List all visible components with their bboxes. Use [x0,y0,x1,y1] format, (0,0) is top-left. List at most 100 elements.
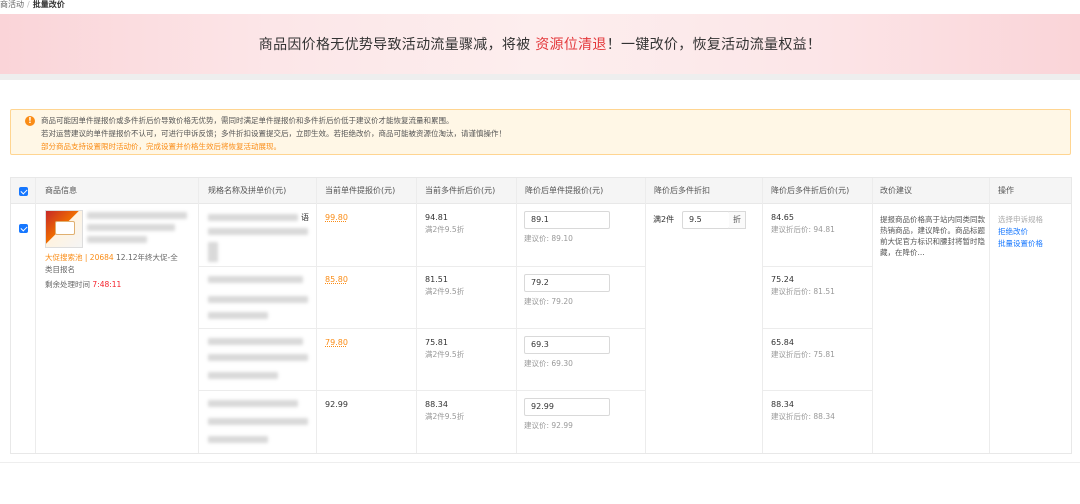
current-single-price: 85.80 [325,275,348,284]
breadcrumb-separator: / [27,0,30,9]
column-divider [35,178,36,453]
event-name-cont: 类目报名 [45,265,75,274]
divider-strip [0,74,1080,80]
suggested-multi-price: 建议折后价: 88.34 [771,412,835,421]
discount-input[interactable]: 9.5 [682,211,730,229]
header-new-single: 降价后单件提报价(元) [525,186,604,195]
column-divider [416,178,417,453]
row-divider [199,328,645,329]
suggested-multi-price: 建议折后价: 94.81 [771,225,835,234]
row-divider [763,266,872,267]
current-multi-price: 88.34 [425,400,448,409]
spec-name-blurred [208,228,308,235]
tag-separator: | [82,253,90,262]
discount-label: 满2件 [653,215,675,224]
spec-name-blurred [208,242,218,262]
promo-banner: 商品因价格无优势导致活动流量骤减，将被 资源位清退！一键改价，恢复活动流量权益！ [0,14,1080,74]
batch-set-price-link[interactable]: 批量设置价格 [998,238,1043,249]
multi-rule: 满2件9.5折 [425,287,465,296]
discount-unit: 折 [729,211,746,229]
notice-box: ! 商品可能因单件提报价或多件折后价导致价格无优势，需同时满足单件提报价和多件折… [10,109,1071,155]
page-bottom-divider [0,462,1080,463]
select-all-checkbox[interactable] [19,187,28,196]
header-new-multi: 降价后多件折后价(元) [771,186,850,195]
event-name: 12.12年终大促-全 [113,253,178,262]
column-divider [316,178,317,453]
search-pool-tag: 大促搜索池 [45,253,83,262]
suggested-single-price: 建议价: 79.20 [524,297,573,306]
spec-suffix: 语 [301,213,309,222]
tag-count: 20684 [89,253,114,262]
price-table: 商品信息 规格名称及拼单价(元) 当前单件提报价(元) 当前多件折后价(元) 降… [10,177,1072,454]
spec-name-blurred [208,276,303,283]
countdown-value: 7:48:11 [92,280,122,289]
column-divider [645,178,646,453]
spec-name-blurred [208,354,308,361]
row-divider [199,266,645,267]
column-divider [198,178,199,453]
column-divider [762,178,763,453]
new-single-price-input[interactable]: 92.99 [524,398,610,416]
current-multi-price: 75.81 [425,338,448,347]
suggested-multi-price: 建议折后价: 81.51 [771,287,835,296]
countdown: 剩余处理时间 7:48:11 [45,279,121,290]
banner-suffix: ！一键改价，恢复活动流量权益！ [606,37,822,53]
appeal-spec-link[interactable]: 选择申诉规格 [998,214,1043,225]
header-current-multi: 当前多件折后价(元) [425,186,496,195]
product-tag-line: 大促搜索池 | 20684 12.12年终大促-全 [45,252,178,263]
multi-rule: 满2件9.5折 [425,225,465,234]
suggested-multi-price: 建议折后价: 75.81 [771,350,835,359]
table-header: 商品信息 规格名称及拼单价(元) 当前单件提报价(元) 当前多件折后价(元) 降… [11,178,1071,204]
notice-line-2: 若对运营建议的单件提报价不认可，可进行申诉反馈；多件折扣设置提交后，立即生效。若… [41,129,506,138]
product-image-detail [55,221,75,235]
row-checkbox[interactable] [19,224,28,233]
new-single-price-input[interactable]: 69.3 [524,336,610,354]
banner-prefix: 商品因价格无优势导致活动流量骤减，将被 [258,37,536,53]
spec-name-blurred [208,338,303,345]
current-single-price: 99.80 [325,213,348,222]
spec-name-blurred [208,296,308,303]
new-multi-price: 84.65 [771,213,794,222]
new-single-price-input[interactable]: 89.1 [524,211,610,229]
suggested-single-price: 建议价: 69.30 [524,359,573,368]
column-divider [516,178,517,453]
product-title-blurred [87,236,147,243]
countdown-label: 剩余处理时间 [45,280,93,289]
product-image[interactable] [45,210,83,248]
row-divider [763,328,872,329]
spec-name-blurred [208,214,298,221]
notice-line-1: 商品可能因单件提报价或多件折后价导致价格无优势，需同时满足单件提报价和多件折后价… [41,116,454,125]
notice-line-orange: 部分商品支持设置限时活动价，完成设置并价格生效后将恢复活动展现。 [41,142,281,151]
banner-text: 商品因价格无优势导致活动流量骤减，将被 资源位清退！一键改价，恢复活动流量权益！ [259,34,821,54]
current-single-price: 92.99 [325,400,348,409]
row-divider [763,390,872,391]
header-advice: 改价建议 [880,186,912,195]
multi-rule: 满2件9.5折 [425,412,465,421]
new-single-price-input[interactable]: 79.2 [524,274,610,292]
spec-name-blurred [208,372,278,379]
header-current-single: 当前单件提报价(元) [325,186,396,195]
banner-highlight: 资源位清退 [535,37,607,53]
row-divider [199,390,645,391]
spec-name-blurred [208,312,268,319]
suggested-single-price: 建议价: 89.10 [524,234,573,243]
new-multi-price: 75.24 [771,275,794,284]
new-multi-price: 88.34 [771,400,794,409]
header-actions: 操作 [998,186,1014,195]
product-title-blurred [87,212,187,219]
header-new-discount: 降价后多件折扣 [654,186,710,195]
spec-name-blurred [208,400,298,407]
current-multi-price: 81.51 [425,275,448,284]
suggested-single-price: 建议价: 92.99 [524,421,573,430]
column-divider [989,178,990,453]
breadcrumb: 商活动 / 批量改价 [0,0,1080,14]
reject-price-change-link[interactable]: 拒绝改价 [998,226,1028,237]
header-spec: 规格名称及拼单价(元) [208,186,287,195]
spec-name-blurred [208,436,268,443]
spec-name-blurred [208,418,308,425]
multi-rule: 满2件9.5折 [425,350,465,359]
new-multi-price: 65.84 [771,338,794,347]
product-title-blurred [87,224,175,231]
current-single-price: 79.80 [325,338,348,347]
breadcrumb-parent[interactable]: 商活动 [0,0,24,9]
